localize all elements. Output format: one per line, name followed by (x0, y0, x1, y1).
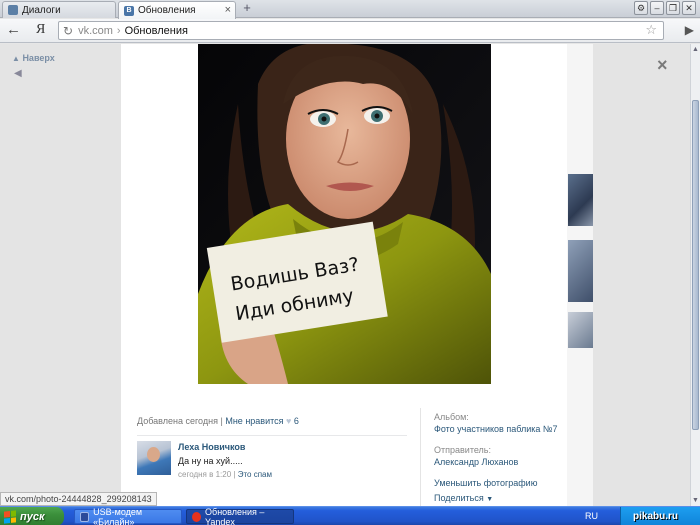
close-window-icon[interactable]: ✕ (682, 1, 696, 15)
like-count: 6 (293, 416, 299, 426)
new-tab-button[interactable]: + (240, 1, 254, 16)
heart-icon[interactable]: ♥ (286, 416, 291, 426)
address-domain: vk.com (78, 24, 113, 37)
modem-app-icon (80, 511, 90, 522)
chevron-down-icon: ▼ (486, 496, 494, 503)
scrollbar[interactable]: ▲ ▼ (690, 44, 700, 506)
windows-flag-icon (4, 509, 16, 524)
reload-icon[interactable]: ↻ (63, 24, 73, 38)
photo-sidebar: Альбом: Фото участников паблика №7 Отпра… (434, 411, 564, 506)
photo-image[interactable]: Водишь Ваз? Иди обниму (198, 44, 491, 384)
scroll-up-label: Наверх (22, 53, 55, 63)
sender-label: Отправитель: (434, 445, 491, 455)
column-divider (420, 408, 421, 506)
browser-tab-strip: Диалоги B Обновления × + ⚙ – ❐ ✕ (0, 0, 700, 19)
address-path: Обновления (124, 24, 188, 37)
background-photo (568, 240, 593, 302)
tab-updates[interactable]: B Обновления × (118, 1, 236, 19)
minimize-icon[interactable]: – (650, 1, 664, 15)
browser-toolbar: ← Я ↻ vk.com › Обновления ☆ ▶ (0, 19, 700, 43)
bookmark-star-icon[interactable]: ☆ (645, 22, 657, 38)
photo-panel: Водишь Ваз? Иди обниму Добавлена сегодня… (121, 44, 567, 506)
tab-dialogs[interactable]: Диалоги (2, 1, 116, 18)
start-label: пуск (20, 510, 45, 523)
share-link[interactable]: Поделиться ▼ (434, 492, 564, 506)
sender-link[interactable]: Александр Люханов (434, 456, 564, 468)
scroll-down-arrow-icon[interactable]: ▼ (692, 497, 699, 504)
vk-favicon-icon: B (124, 5, 134, 16)
vk-favicon-icon (8, 5, 18, 15)
window-controls: ⚙ – ❐ ✕ (634, 1, 696, 15)
background-photo (568, 312, 593, 348)
added-date: Добавлена сегодня (137, 416, 218, 426)
share-label: Поделиться (434, 493, 484, 503)
photo-meta: Добавлена сегодня | Мне нравится ♥ 6 (137, 416, 299, 426)
comment-text: Да ну на хуй..... (178, 456, 243, 466)
tab-title: Диалоги (22, 4, 61, 16)
tab-close-icon[interactable]: × (225, 4, 231, 16)
language-indicator[interactable]: RU (585, 511, 598, 521)
album-label: Альбом: (434, 412, 469, 422)
left-chevron-icon[interactable]: ◀ (14, 68, 22, 79)
task-title: Обновления – Yandex (205, 506, 265, 525)
yandex-browser-icon (192, 511, 202, 522)
system-tray: RU pikabu.ru (585, 507, 700, 525)
watermark: pikabu.ru (633, 511, 679, 522)
task-title: USB-модем «Билайн» (93, 506, 143, 525)
address-bar[interactable]: ↻ vk.com › Обновления ☆ (58, 21, 664, 40)
shrink-photo-link[interactable]: Уменьшить фотографию (434, 477, 564, 489)
close-viewer-icon[interactable]: × (657, 55, 668, 76)
photo-viewer-overlay: ▲ Наверх ◀ × Водишь Ваз? Иди обниму Доба… (0, 44, 700, 506)
comment: Леха Новичков Да ну на хуй..... сегодня … (137, 435, 407, 479)
report-spam-link[interactable]: Это спам (238, 470, 272, 479)
browser-menu-icon[interactable]: ▶ (685, 23, 694, 37)
meta-separator: | (220, 416, 223, 426)
comment-author[interactable]: Леха Новичков (178, 442, 245, 452)
up-arrow-icon: ▲ (12, 54, 20, 63)
yandex-button[interactable]: Я (36, 22, 45, 38)
comment-footer: сегодня в 1:20 | Это спам (178, 470, 272, 479)
comment-time: сегодня в 1:20 (178, 470, 232, 479)
tab-title: Обновления (138, 5, 196, 16)
task-usb-modem[interactable]: USB-модем «Билайн» (74, 506, 182, 525)
settings-icon[interactable]: ⚙ (634, 1, 648, 15)
scroll-up-link[interactable]: ▲ Наверх (12, 53, 55, 63)
background-photo (568, 174, 593, 226)
album-link[interactable]: Фото участников паблика №7 (434, 423, 564, 435)
start-button[interactable]: пуск (0, 507, 64, 525)
scrollbar-thumb[interactable] (692, 100, 699, 430)
windows-taskbar: пуск USB-модем «Билайн» Обновления – Yan… (0, 506, 700, 525)
comment-separator: | (233, 470, 236, 479)
photo-illustration: Водишь Ваз? Иди обниму (198, 44, 491, 384)
avatar[interactable] (137, 441, 171, 475)
task-yandex-browser[interactable]: Обновления – Yandex (186, 506, 294, 525)
address-separator: › (116, 24, 121, 37)
back-arrow-icon[interactable]: ← (6, 22, 21, 38)
status-url: vk.com/photo-24444828_299208143 (0, 492, 157, 506)
restore-icon[interactable]: ❐ (666, 1, 680, 15)
scroll-up-arrow-icon[interactable]: ▲ (692, 46, 699, 53)
like-link[interactable]: Мне нравится (225, 416, 283, 426)
